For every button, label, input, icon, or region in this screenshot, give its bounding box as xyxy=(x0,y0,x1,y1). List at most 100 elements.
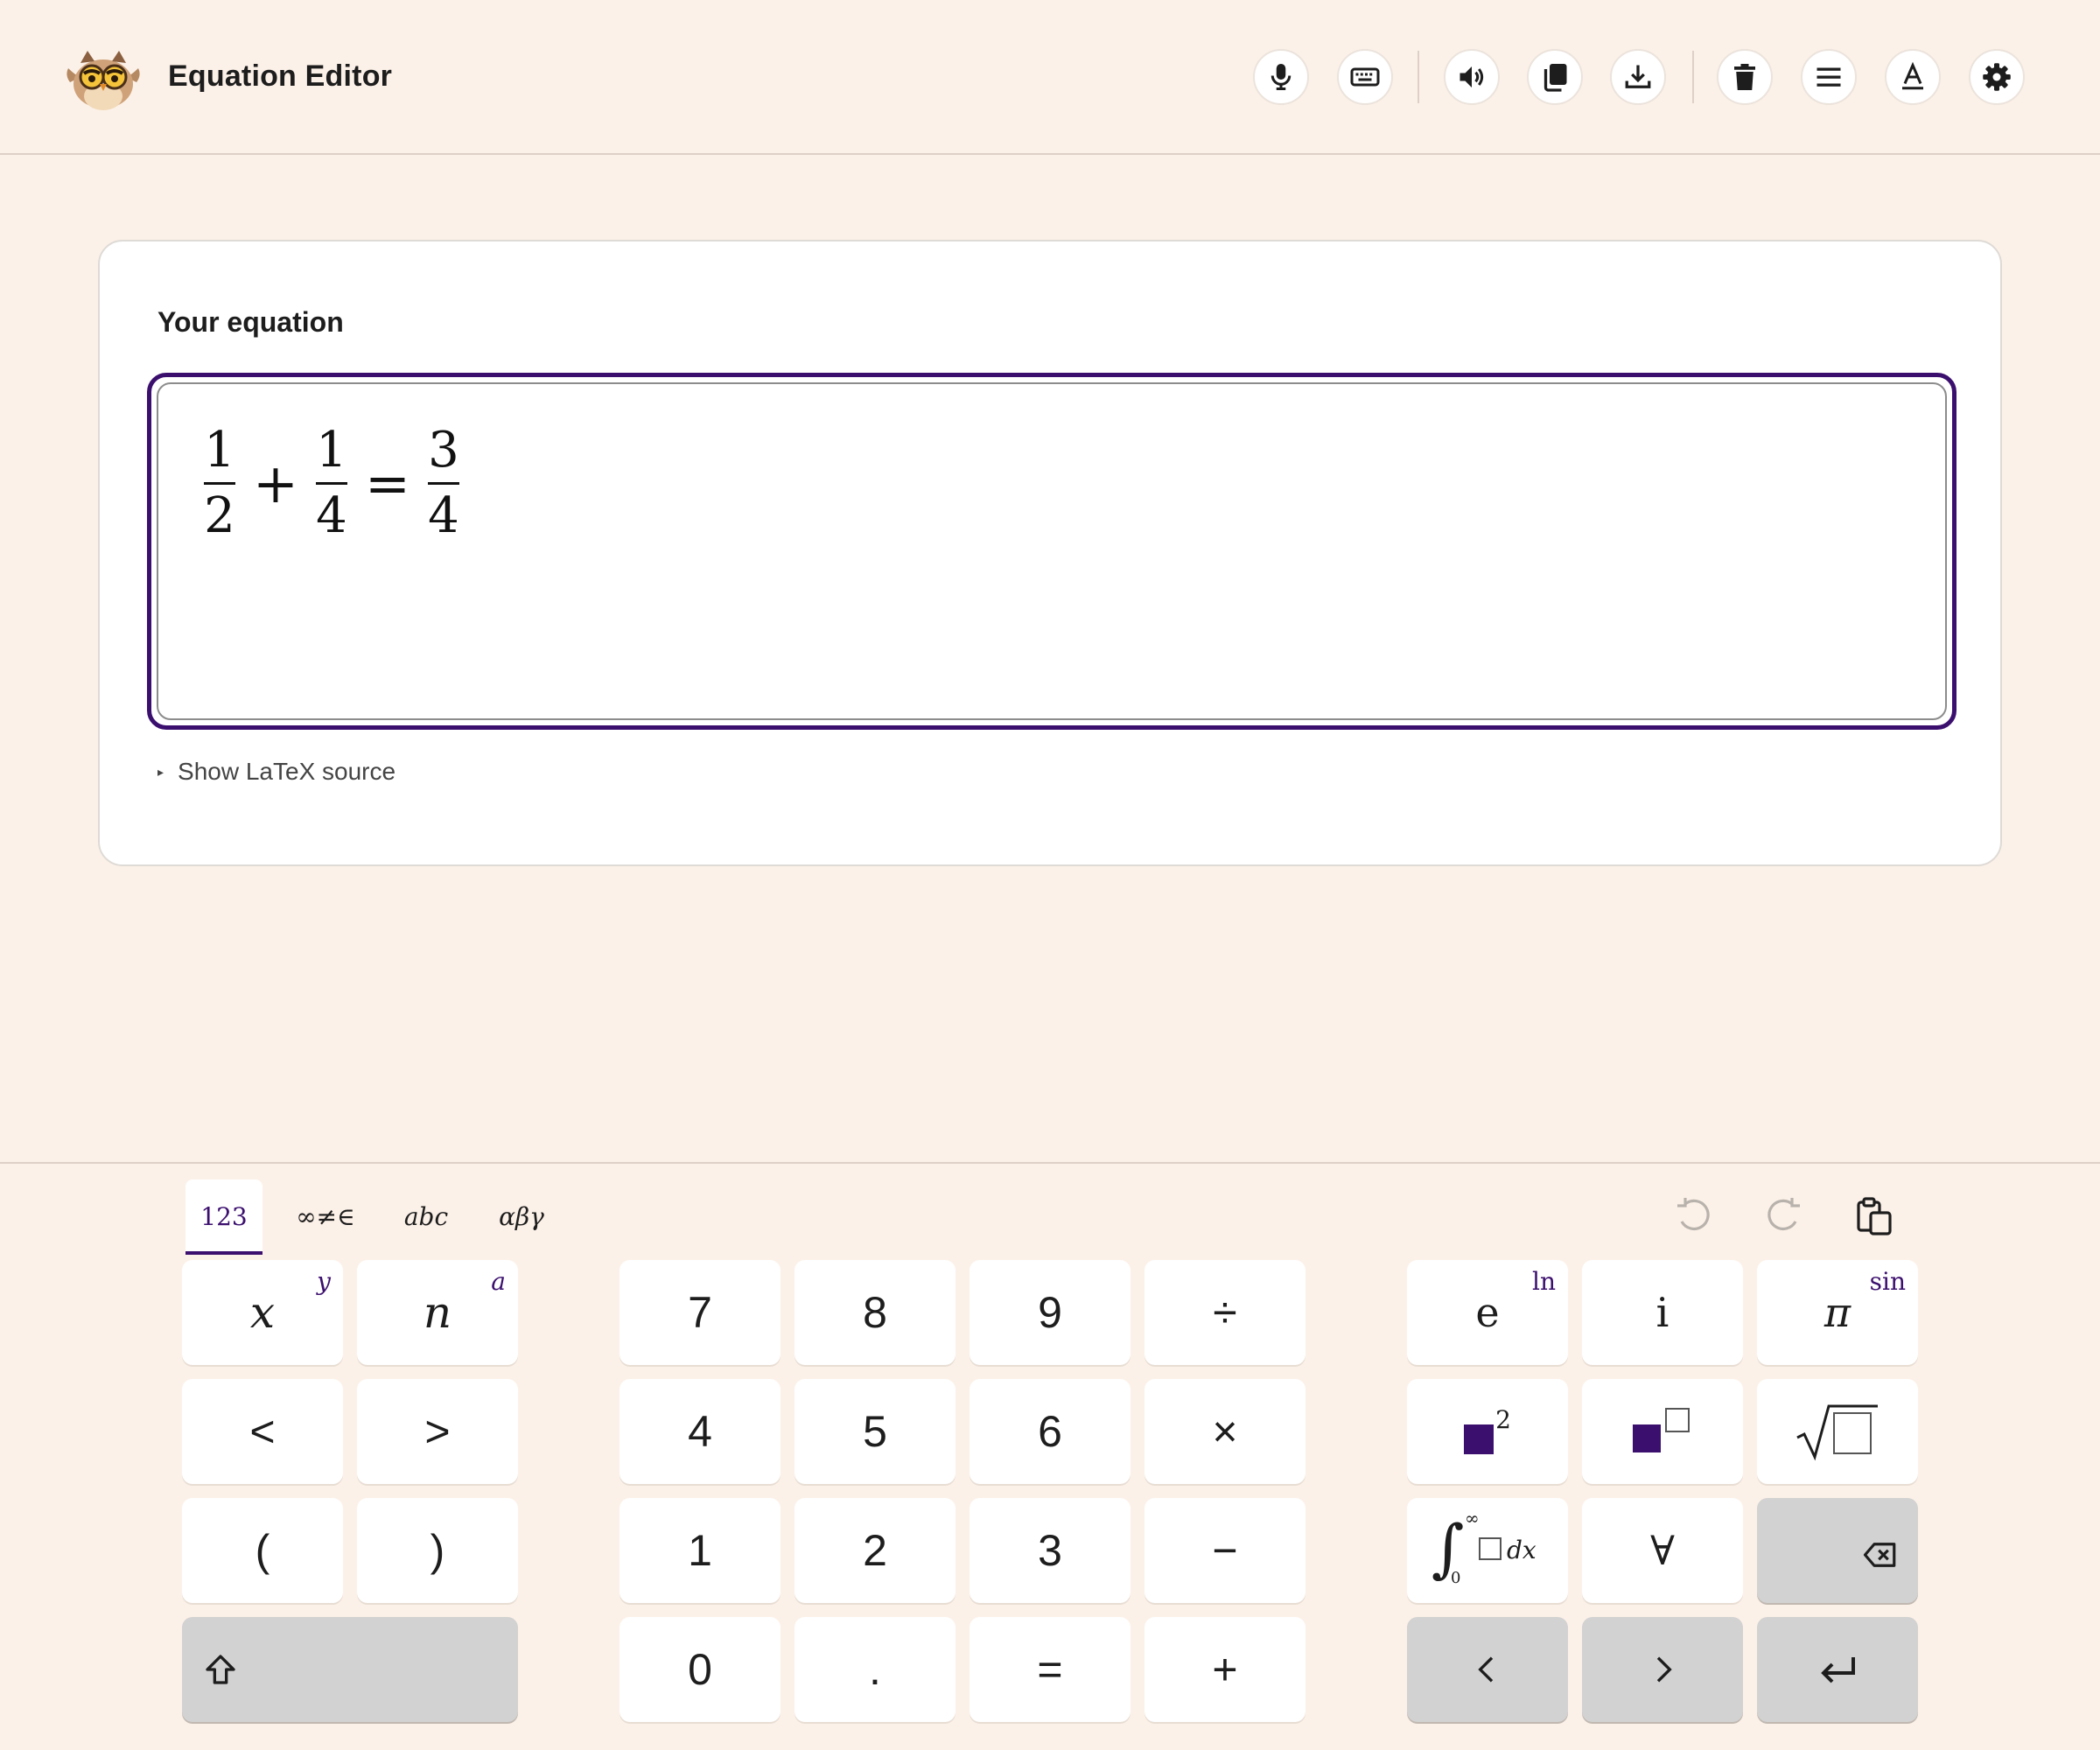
key-square[interactable]: 2 xyxy=(1407,1379,1568,1484)
gear-icon xyxy=(1983,63,2011,91)
enter-key[interactable] xyxy=(1757,1617,1918,1722)
undo-icon xyxy=(1677,1198,1710,1230)
key-i-label: i xyxy=(1656,1289,1670,1336)
app-header: Equation Editor xyxy=(0,0,2100,155)
redo-button[interactable] xyxy=(1755,1188,1811,1244)
square-root-icon xyxy=(1796,1404,1878,1461)
key-0[interactable]: 0 xyxy=(620,1617,780,1722)
tab-greek[interactable]: αβγ xyxy=(486,1180,556,1253)
key-decimal[interactable]: . xyxy=(794,1617,956,1722)
tab-numeric[interactable]: 123 xyxy=(186,1180,262,1255)
paste-button[interactable] xyxy=(1846,1188,1902,1244)
key-plus[interactable]: + xyxy=(1144,1617,1306,1722)
key-divide[interactable]: ÷ xyxy=(1144,1260,1306,1365)
undo-button[interactable] xyxy=(1666,1188,1722,1244)
fraction: 1 2 xyxy=(204,423,235,544)
placeholder-square-icon xyxy=(1464,1424,1494,1454)
key-less-than[interactable]: < xyxy=(182,1379,343,1484)
key-7[interactable]: 7 xyxy=(620,1260,780,1365)
key-9[interactable]: 9 xyxy=(970,1260,1130,1365)
equation-display[interactable]: 1 2 + 1 4 = 3 4 xyxy=(204,423,459,544)
delete-button[interactable] xyxy=(1717,49,1773,105)
key-3[interactable]: 3 xyxy=(970,1498,1130,1603)
tab-alphabetic[interactable]: abc xyxy=(390,1180,462,1253)
key-i[interactable]: i xyxy=(1582,1260,1743,1365)
font-button[interactable] xyxy=(1885,49,1941,105)
key-square-root[interactable] xyxy=(1757,1379,1918,1484)
key-e[interactable]: e ln xyxy=(1407,1260,1568,1365)
speak-button[interactable] xyxy=(1444,49,1500,105)
cursor-left-key[interactable] xyxy=(1407,1617,1568,1722)
key-power[interactable] xyxy=(1582,1379,1743,1484)
key-greater-than[interactable]: > xyxy=(357,1379,518,1484)
key-e-shift-label: ln xyxy=(1532,1267,1556,1296)
keyboard-button[interactable] xyxy=(1337,49,1393,105)
fraction: 3 4 xyxy=(427,422,459,544)
keyboard-icon xyxy=(1350,67,1380,87)
key-8[interactable]: 8 xyxy=(794,1260,956,1365)
key-x[interactable]: x y xyxy=(182,1260,343,1365)
integral-template: ∫ ∞ 0 dx xyxy=(1426,1508,1549,1590)
menu-button[interactable] xyxy=(1801,49,1857,105)
equation-label: Your equation xyxy=(158,306,344,338)
key-1[interactable]: 1 xyxy=(620,1498,780,1603)
key-left-paren[interactable]: ( xyxy=(182,1498,343,1603)
key-integral[interactable]: ∫ ∞ 0 dx xyxy=(1407,1498,1568,1603)
show-latex-label: Show LaTeX source xyxy=(178,758,396,785)
key-x-shift-label: y xyxy=(317,1267,331,1296)
shift-key[interactable] xyxy=(182,1617,518,1722)
chevron-left-icon xyxy=(1478,1656,1494,1683)
key-n[interactable]: n a xyxy=(357,1260,518,1365)
key-6[interactable]: 6 xyxy=(970,1379,1130,1484)
key-n-label: n xyxy=(423,1287,452,1338)
keyboard-divider xyxy=(0,1162,2100,1164)
cursor-right-key[interactable] xyxy=(1582,1617,1743,1722)
backspace-key[interactable] xyxy=(1757,1498,1918,1603)
speaker-icon xyxy=(1460,66,1484,88)
denominator: 4 xyxy=(428,487,459,544)
toolbar-separator xyxy=(1418,51,1419,103)
key-2[interactable]: 2 xyxy=(794,1498,956,1603)
copy-button[interactable] xyxy=(1527,49,1583,105)
fraction-bar xyxy=(204,482,235,485)
equation-input[interactable]: 1 2 + 1 4 = 3 4 xyxy=(147,373,1956,730)
key-multiply[interactable]: × xyxy=(1144,1379,1306,1484)
paste-icon xyxy=(1857,1197,1892,1236)
key-minus[interactable]: − xyxy=(1144,1498,1306,1603)
key-pi[interactable]: π sin xyxy=(1757,1260,1918,1365)
key-equals[interactable]: = xyxy=(970,1617,1130,1722)
operator-equals: = xyxy=(364,452,410,515)
shift-arrow-icon xyxy=(206,1655,235,1684)
key-pi-label: π xyxy=(1824,1289,1852,1336)
redo-icon xyxy=(1768,1198,1800,1230)
fraction-bar xyxy=(315,482,347,485)
key-e-label: e xyxy=(1475,1289,1500,1336)
disclosure-triangle-icon: ▸ xyxy=(158,764,164,779)
numerator: 3 xyxy=(428,422,459,479)
numerator: 1 xyxy=(316,422,347,479)
equation-input-inner[interactable]: 1 2 + 1 4 = 3 4 xyxy=(157,382,1947,720)
backspace-icon xyxy=(1863,1543,1896,1567)
microphone-button[interactable] xyxy=(1253,49,1309,105)
exponent-label: 2 xyxy=(1495,1405,1511,1434)
font-icon xyxy=(1902,61,1923,90)
return-icon xyxy=(1821,1657,1855,1684)
show-latex-toggle[interactable]: ▸ Show LaTeX source xyxy=(158,758,396,786)
toolbar-separator xyxy=(1692,51,1694,103)
key-pi-shift-label: sin xyxy=(1869,1267,1906,1296)
settings-button[interactable] xyxy=(1969,49,2025,105)
key-4[interactable]: 4 xyxy=(620,1379,780,1484)
key-5[interactable]: 5 xyxy=(794,1379,956,1484)
tab-symbols[interactable]: ∞≠∈ xyxy=(285,1180,366,1253)
equation-card: Your equation 1 2 + 1 4 = 3 4 ▸ Show LaT… xyxy=(98,240,2002,866)
chevron-right-icon xyxy=(1656,1656,1672,1683)
app-title: Equation Editor xyxy=(168,60,393,93)
key-for-all[interactable]: ∀ xyxy=(1582,1498,1743,1603)
copy-icon xyxy=(1544,64,1567,92)
integral-dx-label: dx xyxy=(1507,1536,1536,1564)
key-right-paren[interactable]: ) xyxy=(357,1498,518,1603)
denominator: 2 xyxy=(204,487,235,544)
download-button[interactable] xyxy=(1610,49,1666,105)
denominator: 4 xyxy=(316,487,347,544)
key-n-shift-label: a xyxy=(491,1267,506,1296)
